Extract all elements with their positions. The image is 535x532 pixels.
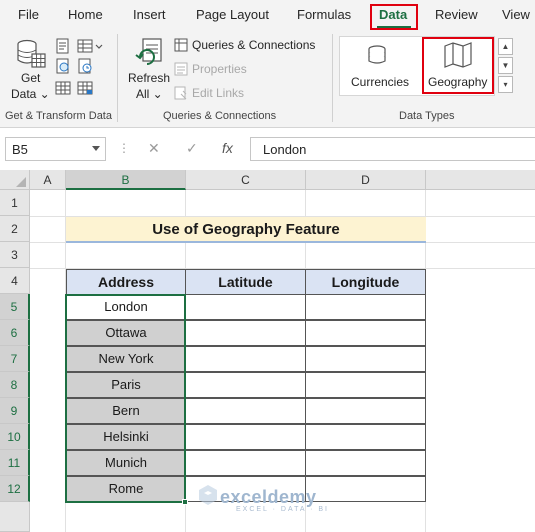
database-icon: [17, 39, 46, 68]
header-address[interactable]: Address: [66, 269, 186, 295]
enter-icon[interactable]: ✓: [186, 140, 198, 157]
latitude-cell[interactable]: [185, 450, 306, 476]
coins-icon: [368, 45, 386, 64]
row-header-3[interactable]: 3: [0, 242, 30, 268]
gallery-more[interactable]: ▾: [498, 76, 513, 93]
cancel-icon[interactable]: ✕: [148, 140, 160, 157]
properties-icon: [174, 62, 188, 81]
row-header-2[interactable]: 2: [0, 216, 30, 242]
from-text-csv-icon[interactable]: [55, 38, 71, 59]
tab-review[interactable]: Review: [435, 7, 478, 22]
group-separator-2: [332, 34, 333, 122]
latitude-cell[interactable]: [185, 320, 306, 346]
tab-page-layout[interactable]: Page Layout: [196, 7, 269, 22]
insert-function-button[interactable]: fx: [222, 140, 233, 156]
tab-view[interactable]: View: [502, 7, 530, 22]
column-header-a[interactable]: A: [30, 170, 66, 190]
longitude-cell[interactable]: [305, 320, 426, 346]
address-cell[interactable]: Rome: [66, 476, 186, 502]
longitude-cell[interactable]: [305, 294, 426, 320]
address-cell[interactable]: Helsinki: [66, 424, 186, 450]
tab-insert[interactable]: Insert: [133, 7, 166, 22]
chevron-down-icon[interactable]: [92, 146, 100, 151]
latitude-cell[interactable]: [185, 372, 306, 398]
row-header-9[interactable]: 9: [0, 398, 30, 424]
name-box-value: B5: [12, 142, 28, 157]
row-header-12[interactable]: 12: [0, 476, 30, 502]
group-label-get-transform: Get & Transform Data: [5, 110, 112, 122]
gallery-scroll-down[interactable]: ▼: [498, 57, 513, 74]
exceldemy-logo-icon: [197, 484, 219, 511]
get-data-button[interactable]: [15, 38, 47, 75]
existing-connections-icon[interactable]: [77, 58, 93, 79]
longitude-cell[interactable]: [305, 346, 426, 372]
select-all-triangle-icon: [16, 177, 26, 187]
latitude-cell[interactable]: [185, 346, 306, 372]
column-header-e[interactable]: [426, 170, 535, 190]
longitude-cell[interactable]: [305, 398, 426, 424]
edit-links-icon: [174, 86, 188, 105]
address-cell[interactable]: New York: [66, 346, 186, 372]
row-header-13[interactable]: [0, 502, 30, 532]
address-cell[interactable]: Ottawa: [66, 320, 186, 346]
row-header-11[interactable]: 11: [0, 450, 30, 476]
watermark-name: exceldemy: [220, 487, 317, 507]
get-data-label: Get: [21, 71, 41, 85]
get-data-label-2: Data ⌄: [11, 87, 50, 101]
refresh-label-2: All ⌄: [136, 87, 163, 101]
refresh-all-button[interactable]: [134, 36, 164, 73]
address-cell[interactable]: Paris: [66, 372, 186, 398]
from-data-model-icon[interactable]: [77, 80, 93, 101]
tab-home[interactable]: Home: [68, 7, 103, 22]
resize-dots[interactable]: ⋮: [118, 141, 130, 155]
latitude-cell[interactable]: [185, 294, 306, 320]
from-web-icon[interactable]: [55, 58, 71, 79]
latitude-cell[interactable]: [185, 424, 306, 450]
column-header-d[interactable]: D: [306, 170, 426, 190]
recent-sources-icon[interactable]: [77, 38, 103, 59]
name-box[interactable]: B5: [5, 137, 106, 161]
tab-file[interactable]: File: [18, 7, 39, 22]
sheet-title[interactable]: Use of Geography Feature: [66, 217, 426, 243]
header-latitude[interactable]: Latitude: [185, 269, 306, 295]
tab-formulas[interactable]: Formulas: [297, 7, 351, 22]
geography-highlight: [422, 37, 494, 94]
from-table-icon[interactable]: [55, 80, 71, 101]
refresh-label: Refresh: [128, 71, 171, 85]
formula-input-value: London: [263, 142, 307, 157]
group-label-queries: Queries & Connections: [163, 110, 277, 122]
row-header-7[interactable]: 7: [0, 346, 30, 372]
currencies-button[interactable]: [365, 42, 389, 71]
address-cell[interactable]: London: [66, 294, 186, 320]
longitude-cell[interactable]: [305, 476, 426, 502]
row-header-5[interactable]: 5: [0, 294, 30, 320]
formula-input[interactable]: London: [250, 137, 535, 161]
address-cell[interactable]: Bern: [66, 398, 186, 424]
longitude-cell[interactable]: [305, 424, 426, 450]
currencies-label: Currencies: [351, 75, 410, 89]
queries-connections-button[interactable]: Queries & Connections: [192, 38, 315, 52]
refresh-icon: [135, 38, 162, 65]
queries-connections-icon: [174, 38, 188, 57]
watermark-tagline: EXCEL · DATA · BI: [236, 506, 329, 513]
data-tab-highlight: [370, 4, 418, 30]
row-header-6[interactable]: 6: [0, 320, 30, 346]
column-header-b[interactable]: B: [66, 170, 186, 190]
properties-button[interactable]: Properties: [192, 62, 247, 76]
column-header-c[interactable]: C: [186, 170, 306, 190]
gallery-scroll-up[interactable]: ▲: [498, 38, 513, 55]
edit-links-button[interactable]: Edit Links: [192, 86, 244, 100]
fill-handle[interactable]: [182, 499, 188, 505]
row-header-8[interactable]: 8: [0, 372, 30, 398]
header-longitude[interactable]: Longitude: [305, 269, 426, 295]
longitude-cell[interactable]: [305, 372, 426, 398]
group-separator: [117, 34, 118, 122]
latitude-cell[interactable]: [185, 398, 306, 424]
address-cell[interactable]: Munich: [66, 450, 186, 476]
row-header-4[interactable]: 4: [0, 268, 30, 294]
row-header-1[interactable]: 1: [0, 190, 30, 216]
row-header-10[interactable]: 10: [0, 424, 30, 450]
longitude-cell[interactable]: [305, 450, 426, 476]
group-label-data-types: Data Types: [399, 110, 455, 122]
